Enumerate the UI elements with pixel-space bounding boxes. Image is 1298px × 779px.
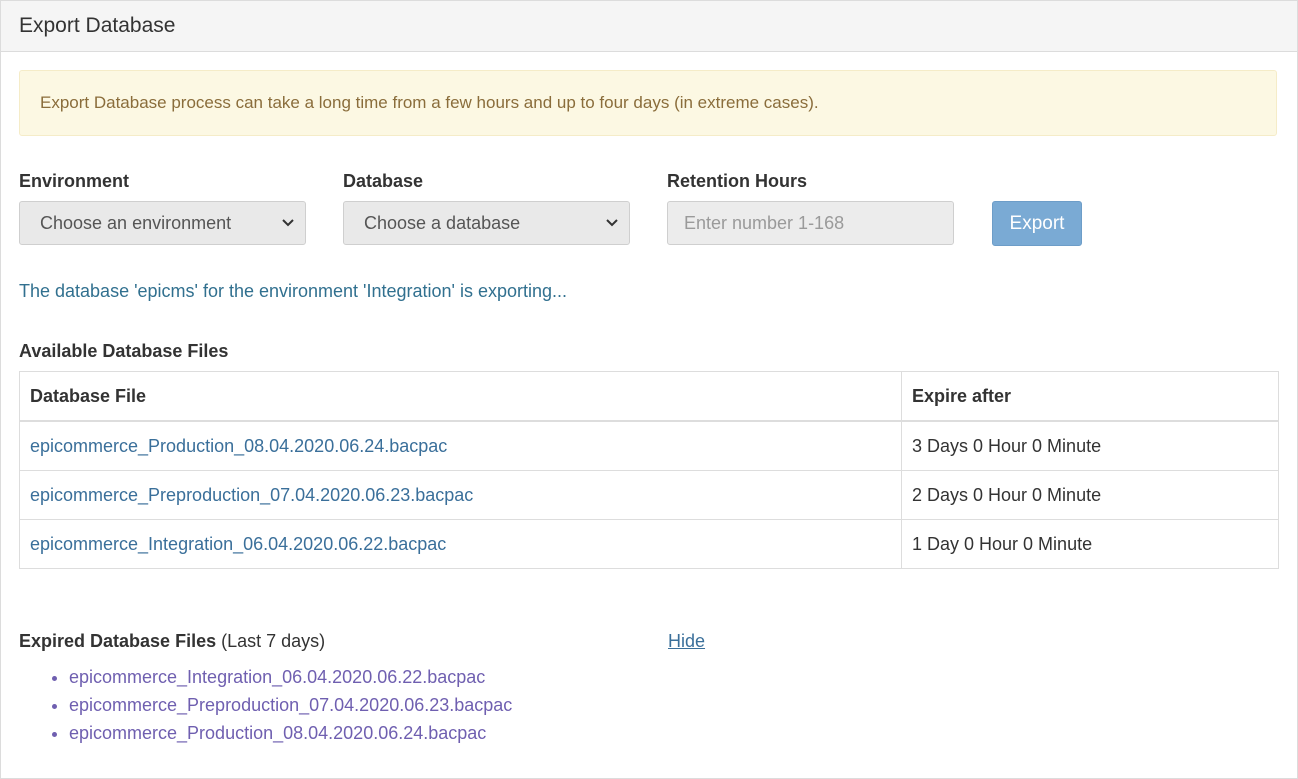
retention-hours-placeholder: Enter number 1-168 — [684, 212, 845, 233]
database-file-link[interactable]: epicommerce_Preproduction_07.04.2020.06.… — [19, 470, 902, 520]
environment-label: Environment — [19, 171, 130, 191]
database-file-link[interactable]: epicommerce_Production_08.04.2020.06.24.… — [19, 420, 902, 471]
database-file-link[interactable]: epicommerce_Integration_06.04.2020.06.22… — [19, 519, 902, 569]
expired-files-subtitle: (Last 7 days) — [221, 631, 326, 651]
retention-hours-input[interactable]: Enter number 1-168 — [667, 201, 954, 245]
list-item[interactable]: epicommerce_Production_08.04.2020.06.24.… — [69, 719, 512, 747]
available-files-title: Available Database Files — [19, 341, 229, 361]
expired-files-title: Expired Database Files (Last 7 days) — [19, 631, 325, 652]
table-row: epicommerce_Integration_06.04.2020.06.22… — [19, 519, 1279, 569]
list-item[interactable]: epicommerce_Integration_06.04.2020.06.22… — [69, 663, 512, 691]
panel-header: Export Database — [1, 1, 1297, 52]
expire-after-cell: 1 Day 0 Hour 0 Minute — [901, 519, 1279, 569]
export-status-text: The database 'epicms' for the environmen… — [19, 281, 568, 301]
table-header-row: Database File Expire after — [19, 371, 1279, 422]
expired-files-heading: Expired Database Files — [19, 631, 217, 651]
hide-expired-link[interactable]: Hide — [668, 631, 705, 652]
expire-after-cell: 3 Days 0 Hour 0 Minute — [901, 420, 1279, 471]
list-item[interactable]: epicommerce_Preproduction_07.04.2020.06.… — [69, 691, 512, 719]
alert-text: Export Database process can take a long … — [40, 93, 819, 112]
column-header-database-file: Database File — [19, 371, 902, 422]
export-button[interactable]: Export — [992, 201, 1082, 246]
environment-select-value: Choose an environment — [40, 212, 232, 233]
table-row: epicommerce_Production_08.04.2020.06.24.… — [19, 420, 1279, 471]
page-title: Export Database — [19, 14, 176, 37]
environment-select[interactable]: Choose an environment — [19, 201, 306, 245]
database-select[interactable]: Choose a database — [343, 201, 630, 245]
chevron-down-icon — [605, 216, 619, 230]
database-select-value: Choose a database — [364, 212, 521, 233]
column-header-expire-after: Expire after — [901, 371, 1279, 422]
export-database-panel: Export Database Export Database process … — [0, 0, 1298, 779]
chevron-down-icon — [281, 216, 295, 230]
warning-alert: Export Database process can take a long … — [19, 70, 1277, 136]
available-files-table: Database File Expire after epicommerce_P… — [19, 371, 1279, 569]
database-label: Database — [343, 171, 424, 191]
expired-files-list: epicommerce_Integration_06.04.2020.06.22… — [19, 663, 512, 747]
retention-hours-label: Retention Hours — [667, 171, 808, 191]
table-row: epicommerce_Preproduction_07.04.2020.06.… — [19, 470, 1279, 520]
expire-after-cell: 2 Days 0 Hour 0 Minute — [901, 470, 1279, 520]
